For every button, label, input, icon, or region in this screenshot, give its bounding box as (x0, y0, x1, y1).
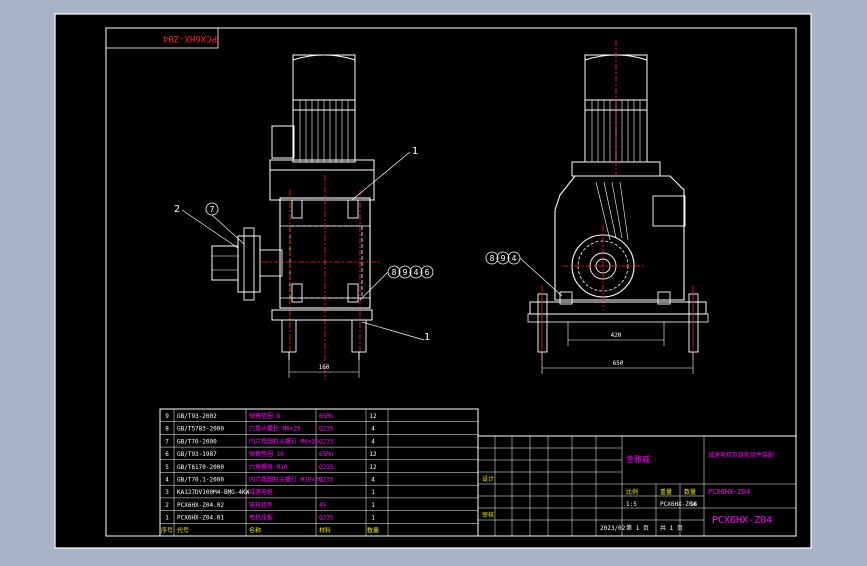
bom-cell-name: 内六角圆柱头螺钉 M6×20 (249, 437, 319, 445)
svg-text:9: 9 (501, 254, 506, 263)
weight-value: 16 (690, 501, 698, 508)
bom-cell-qty: 12 (369, 413, 377, 420)
svg-text:8: 8 (490, 254, 495, 263)
bom-cell-material: Q235 (319, 438, 334, 445)
bom-cell-code: KA127DV100M4-BMG-4KW (177, 489, 250, 496)
bom-header-material: 材料 (319, 526, 331, 534)
sheets-total: 共 1 页 (660, 524, 683, 532)
bom-cell-code: GB/T70.1-2000 (177, 477, 224, 484)
bom-cell-name: 内六角圆柱头螺钉 M10×35 (249, 476, 323, 484)
callout-group-side: 8 9 4 (485, 251, 521, 265)
dim-front-width: 160 (319, 364, 330, 371)
sheet-number: 第 1 页 (626, 524, 649, 532)
svg-text:9: 9 (403, 268, 408, 277)
bom-cell-qty: 1 (371, 489, 375, 496)
bom-cell-name: 链轮组件 (249, 501, 273, 509)
bom-header-name: 名称 (249, 526, 261, 534)
checker-label: 审核 (482, 511, 494, 519)
svg-text:6: 6 (425, 268, 430, 277)
cad-drawing: PCX6HX-Z04 1 2 7 8 9 4 6 1 160 8 9 4 420… (54, 13, 812, 549)
bom-cell-code: GB/T5783-2000 (177, 426, 224, 433)
qty-label: 数量 (684, 488, 696, 496)
bom-header-qty: 数量 (367, 526, 379, 534)
bom-cell-qty: 12 (369, 464, 377, 471)
bom-cell-material: Q235 (319, 515, 334, 522)
bom-cell-name: 弹簧垫圈 10 (249, 450, 284, 458)
bom-cell-qty: 1 (371, 502, 375, 509)
callout-7: 7 (210, 205, 215, 214)
svg-text:4: 4 (414, 268, 419, 277)
bom-cell-material: 65Mn (319, 451, 334, 458)
bom-cell-qty: 12 (369, 451, 377, 458)
bom-cell-code: GB/T93-2002 (177, 413, 217, 420)
bom-cell-no: 4 (165, 477, 169, 484)
bom-cell-material: Q235 (319, 426, 334, 433)
bom-cell-qty: 4 (371, 426, 375, 433)
company-name: 金雅威 (626, 454, 650, 464)
callout-1-bottom: 1 (424, 332, 430, 343)
bom-cell-code: GB/T6170-2000 (177, 464, 224, 471)
bom-cell-qty: 4 (371, 477, 375, 484)
bom-cell-code: GB/T70-2000 (177, 438, 217, 445)
svg-text:8: 8 (392, 268, 397, 277)
product-title: 减速电机及链轮组件装配 (708, 451, 774, 459)
callout-2: 2 (174, 204, 180, 215)
bom-cell-material: 45 (319, 502, 327, 509)
bom-cell-no: 7 (165, 438, 169, 445)
bom-cell-name: 六角螺母 M10 (249, 463, 288, 471)
bom-header-no: 序号 (161, 526, 173, 534)
code-stamp: PCX6HX-Z04 (163, 33, 217, 43)
bom-cell-no: 2 (165, 502, 169, 509)
bom-cell-no: 5 (165, 464, 169, 471)
bom-cell-no: 1 (165, 515, 169, 522)
dim-side-outer: 650 (613, 360, 624, 367)
bom-cell-name: 弹簧垫圈 8 (249, 412, 281, 420)
svg-text:4: 4 (512, 254, 517, 263)
scale-label: 比例 (626, 488, 638, 496)
bom-cell-name: 电机座板 (249, 514, 273, 522)
scale-value: 1:5 (626, 501, 637, 508)
bom-cell-qty: 4 (371, 438, 375, 445)
bom-cell-code: GB/T93-1987 (177, 451, 217, 458)
drawing-date: 2023/02 (600, 525, 626, 532)
designer-label: 设计 (482, 475, 494, 483)
bom-cell-name: 减速电机 (249, 488, 273, 496)
bom-cell-no: 3 (165, 489, 169, 496)
bom-cell-no: 8 (165, 426, 169, 433)
dim-side-inner: 420 (611, 332, 622, 339)
bom-cell-qty: 1 (371, 515, 375, 522)
cad-viewport[interactable]: PCX6HX-Z04 1 2 7 8 9 4 6 1 160 8 9 4 420… (0, 0, 867, 562)
title-code: PCX6HX-Z04 (712, 515, 772, 526)
callout-1: 1 (412, 146, 418, 157)
bom-cell-no: 9 (165, 413, 169, 420)
bom-cell-material: 65Mn (319, 413, 334, 420)
bom-cell-code: PCX6HX-Z04.01 (177, 515, 224, 522)
bom-cell-no: 6 (165, 451, 169, 458)
bom-cell-code: PCX6HX-Z04.02 (177, 502, 224, 509)
bom-cell-name: 六角头螺栓 M8×25 (249, 425, 301, 433)
bom-header-code: 代号 (177, 526, 189, 534)
drawing-no-name: PCX6HX-Z04 (708, 488, 750, 496)
bom-cell-material: Q235 (319, 477, 334, 484)
weight-label: 重量 (660, 488, 672, 496)
bom-cell-material: Q235 (319, 464, 334, 471)
